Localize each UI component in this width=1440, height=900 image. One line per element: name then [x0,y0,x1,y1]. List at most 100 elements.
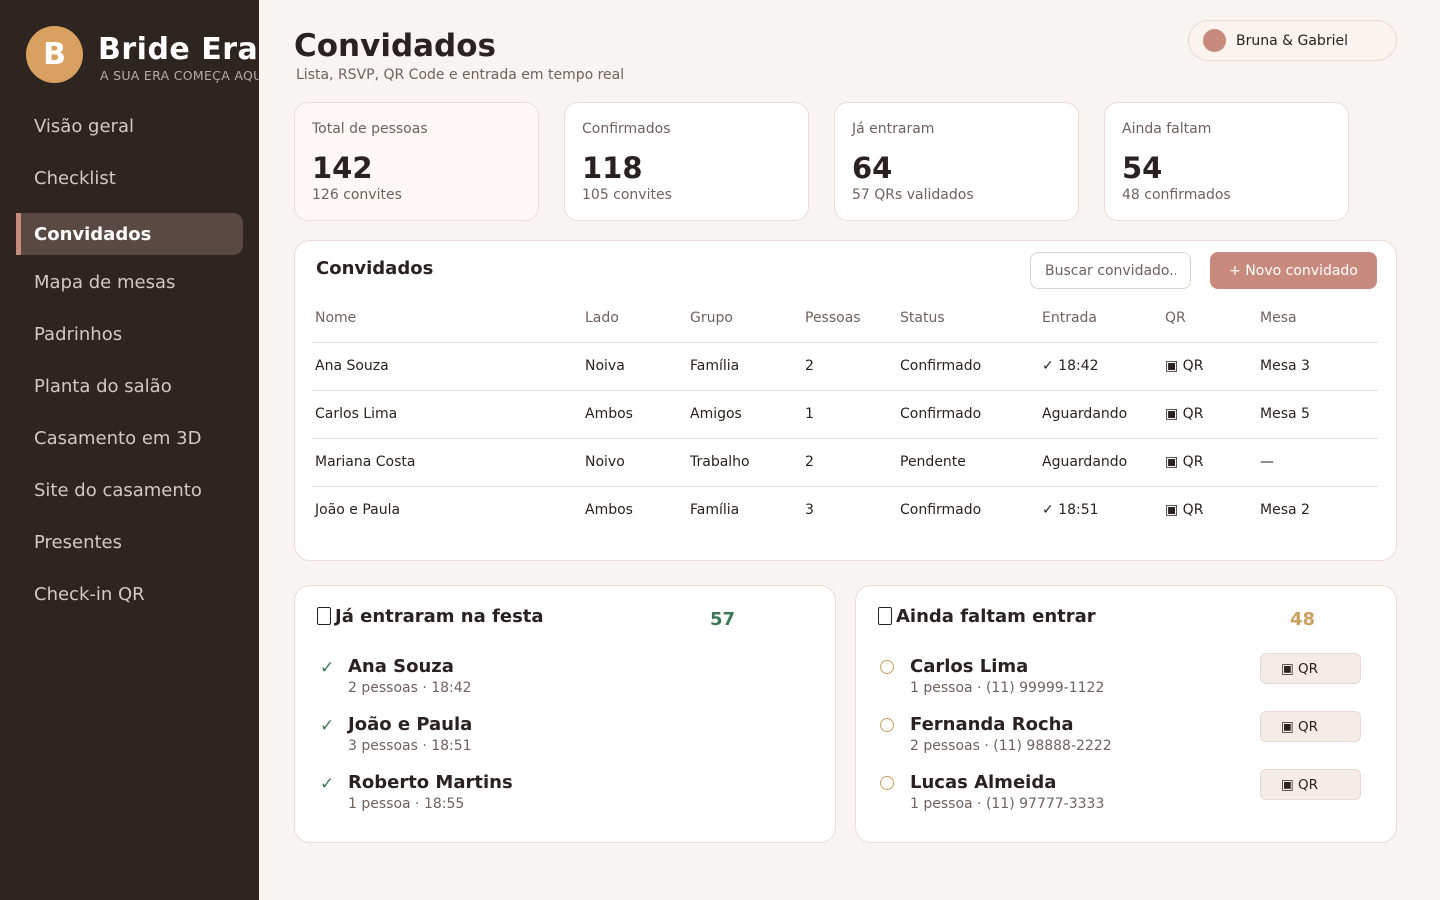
user-menu[interactable]: Bruna & Gabriel [1188,20,1397,61]
entered-count: 57 [710,609,736,630]
cell-entry: ✓ 18:42 [1039,341,1162,390]
brand-name: Bride Era [98,32,259,67]
guests-panel: Convidados + Novo convidado Nome Lado Gr… [294,240,1397,561]
pending-circle-icon [880,660,894,674]
brand-logo: B [26,26,83,83]
pending-circle-icon [880,776,894,790]
status-badge: Confirmado [897,389,1039,438]
stat-value: 64 [852,151,893,185]
cell-group: Amigos [687,389,802,438]
pending-panel: Ainda faltam entrar 48 Carlos Lima 1 pes… [855,585,1397,843]
column-header[interactable]: Grupo [687,295,802,342]
cell-table: Mesa 5 [1257,389,1378,438]
nav-item-checklist[interactable]: Checklist [16,157,243,199]
pending-circle-icon [880,718,894,732]
stat-sub: 126 convites [312,187,402,203]
cell-entry: Aguardando [1039,389,1162,438]
cell-people: 3 [802,485,897,534]
nav-item-casamento-3d[interactable]: Casamento em 3D [16,417,243,459]
stat-label: Ainda faltam [1122,121,1212,137]
stat-card-remaining: Ainda faltam 54 48 confirmados [1104,102,1349,221]
new-guest-button[interactable]: + Novo convidado [1210,252,1377,289]
avatar [1203,29,1226,52]
cell-table: — [1257,437,1378,486]
nav-item-visao-geral[interactable]: Visão geral [16,105,243,147]
entered-panel-title: Já entraram na festa [335,606,544,627]
cell-side: Ambos [582,485,687,534]
table-header-row: Nome Lado Grupo Pessoas Status Entrada Q… [312,295,1378,342]
stat-sub: 48 confirmados [1122,187,1231,203]
qr-button[interactable]: ▣ QR [1260,769,1361,800]
search-input[interactable] [1030,252,1191,289]
check-icon: ✓ [320,774,335,794]
cell-people: 1 [802,389,897,438]
column-header[interactable]: Status [897,295,1039,342]
cell-name: Carlos Lima [312,389,582,438]
entered-panel: Já entraram na festa 57 ✓ Ana Souza 2 pe… [294,585,836,843]
table-row[interactable]: João e Paula Ambos Família 3 Confirmado … [312,485,1378,534]
nav-item-padrinhos[interactable]: Padrinhos [16,313,243,355]
cell-group: Família [687,341,802,390]
sidebar: B Bride Era A SUA ERA COMEÇA AQUI Visão … [0,0,259,900]
stat-value: 118 [582,151,643,185]
cell-group: Família [687,485,802,534]
stat-card-total: Total de pessoas 142 126 convites [294,102,539,221]
brand-tagline: A SUA ERA COMEÇA AQUI [100,68,259,83]
cell-name: Ana Souza [312,341,582,390]
stat-card-entered: Já entraram 64 57 QRs validados [834,102,1079,221]
column-header[interactable]: Mesa [1257,295,1378,342]
check-icon: ✓ [320,716,335,736]
column-header[interactable]: Entrada [1039,295,1162,342]
guest-meta: 2 pessoas · 18:42 [348,680,472,696]
guests-table: Nome Lado Grupo Pessoas Status Entrada Q… [312,295,1378,534]
guest-name: Fernanda Rocha [910,714,1074,735]
qr-link[interactable]: ▣ QR [1162,437,1257,486]
guest-name: João e Paula [348,714,473,735]
column-header[interactable]: Lado [582,295,687,342]
page-title: Convidados [294,28,496,64]
qr-link[interactable]: ▣ QR [1162,485,1257,534]
qr-link[interactable]: ▣ QR [1162,389,1257,438]
guest-name: Lucas Almeida [910,772,1057,793]
guest-meta: 1 pessoa · 18:55 [348,796,465,812]
stat-card-confirmed: Confirmados 118 105 convites [564,102,809,221]
guests-panel-title: Convidados [316,258,434,279]
check-icon: ✓ [320,658,335,678]
cell-people: 2 [802,341,897,390]
cell-table: Mesa 3 [1257,341,1378,390]
guest-meta: 2 pessoas · (11) 98888-2222 [910,738,1112,754]
table-row[interactable]: Carlos Lima Ambos Amigos 1 Confirmado Ag… [312,389,1378,438]
stat-label: Confirmados [582,121,671,137]
status-badge: Pendente [897,437,1039,486]
user-name: Bruna & Gabriel [1236,32,1348,49]
column-header[interactable]: Pessoas [802,295,897,342]
cell-people: 2 [802,437,897,486]
guest-meta: 3 pessoas · 18:51 [348,738,472,754]
qr-button[interactable]: ▣ QR [1260,711,1361,742]
stat-label: Já entraram [852,121,935,137]
stat-sub: 105 convites [582,187,672,203]
cell-entry: ✓ 18:51 [1039,485,1162,534]
stat-value: 54 [1122,151,1163,185]
cell-name: Mariana Costa [312,437,582,486]
cell-table: Mesa 2 [1257,485,1378,534]
nav-item-convidados[interactable]: Convidados [16,213,243,255]
cell-name: João e Paula [312,485,582,534]
guest-meta: 1 pessoa · (11) 99999-1122 [910,680,1105,696]
nav-item-site-do-casamento[interactable]: Site do casamento [16,469,243,511]
stat-label: Total de pessoas [312,121,428,137]
cell-side: Noiva [582,341,687,390]
pending-panel-title: Ainda faltam entrar [896,606,1096,627]
guest-meta: 1 pessoa · (11) 97777-3333 [910,796,1105,812]
table-row[interactable]: Ana Souza Noiva Família 2 Confirmado ✓ 1… [312,341,1378,390]
column-header[interactable]: QR [1162,295,1257,342]
qr-link[interactable]: ▣ QR [1162,341,1257,390]
nav-item-mapa-de-mesas[interactable]: Mapa de mesas [16,261,243,303]
column-header[interactable]: Nome [312,295,582,342]
nav-item-check-in-qr[interactable]: Check-in QR [16,573,243,615]
tofu-glyph-icon [317,607,331,625]
nav-item-presentes[interactable]: Presentes [16,521,243,563]
table-row[interactable]: Mariana Costa Noivo Trabalho 2 Pendente … [312,437,1378,486]
nav-item-planta-do-salao[interactable]: Planta do salão [16,365,243,407]
qr-button[interactable]: ▣ QR [1260,653,1361,684]
